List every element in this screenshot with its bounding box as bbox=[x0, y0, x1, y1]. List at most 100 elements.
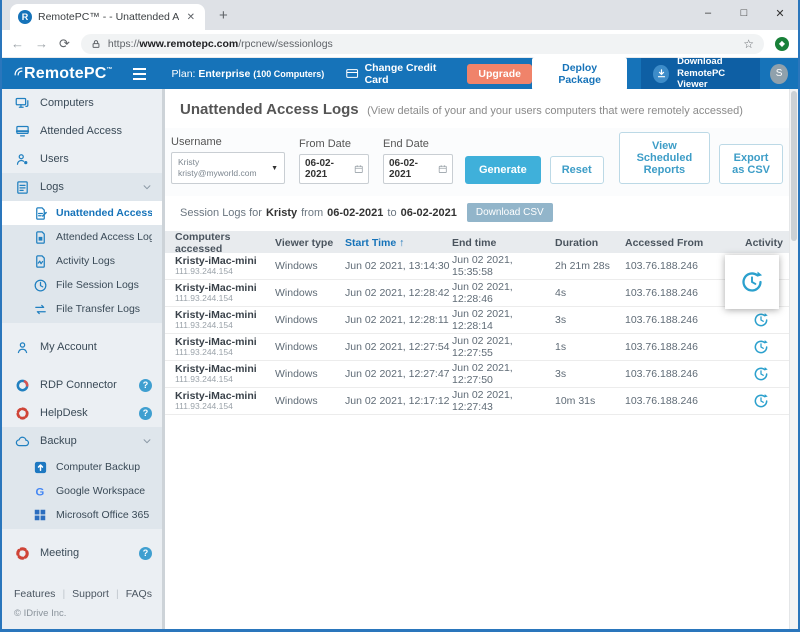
sidebar-item-label: Attended Access Logs bbox=[56, 231, 152, 243]
username-dropdown[interactable]: Kristykristy@myworld.com ▼ bbox=[171, 152, 285, 184]
bookmark-star-icon[interactable]: ☆ bbox=[743, 37, 754, 51]
sidebar-item-attended-access-logs[interactable]: Attended Access Logs bbox=[2, 225, 162, 249]
activity-cell bbox=[745, 393, 779, 409]
extension-icon[interactable]: ◆ bbox=[775, 37, 789, 51]
user-avatar[interactable]: S bbox=[770, 64, 788, 84]
column-header-end-time[interactable]: End time bbox=[452, 237, 555, 249]
sidebar-item-backup[interactable]: Backup bbox=[2, 427, 162, 455]
page-subtitle: (View details of your and your users com… bbox=[367, 105, 743, 117]
viewer-type-cell: Windows bbox=[275, 287, 345, 299]
from-date-input[interactable]: 06-02-2021 bbox=[299, 154, 369, 184]
deploy-package-button[interactable]: Deploy Package bbox=[532, 57, 627, 91]
download-csv-button[interactable]: Download CSV bbox=[467, 203, 553, 222]
computer-ip: 111.93.244.154 bbox=[175, 267, 275, 277]
column-header-viewer-type[interactable]: Viewer type bbox=[275, 237, 345, 249]
maximize-icon[interactable]: □ bbox=[726, 0, 762, 26]
sidebar-item-helpdesk[interactable]: HelpDesk? bbox=[2, 399, 162, 427]
session-activity-icon[interactable] bbox=[740, 270, 764, 294]
computer-backup-icon bbox=[32, 459, 48, 475]
activity-cell bbox=[745, 312, 779, 328]
column-header-activity[interactable]: Activity bbox=[745, 237, 789, 249]
change-credit-card-link[interactable]: Change Credit Card bbox=[346, 62, 451, 86]
scrollbar-thumb[interactable] bbox=[791, 91, 797, 241]
remotepc-favicon-icon: R bbox=[18, 10, 32, 24]
computers-accessed-cell: Kristy-iMac-mini111.93.244.154 bbox=[175, 255, 275, 277]
browser-tab[interactable]: R RemotePC™ - - Unattended Acce ✕ bbox=[10, 4, 205, 30]
column-header-duration[interactable]: Duration bbox=[555, 237, 625, 249]
session-activity-icon[interactable] bbox=[753, 393, 769, 409]
footer-link-support[interactable]: Support bbox=[72, 588, 109, 600]
column-header-start-time[interactable]: Start Time ↑ bbox=[345, 237, 452, 249]
session-activity-icon[interactable] bbox=[753, 312, 769, 328]
generate-button[interactable]: Generate bbox=[465, 156, 541, 184]
address-bar[interactable]: https://www.remotepc.com/rpcnew/sessionl… bbox=[81, 34, 764, 54]
sidebar-item-meeting[interactable]: Meeting? bbox=[2, 539, 162, 567]
footer-link-faqs[interactable]: FAQs bbox=[126, 588, 152, 600]
sidebar-item-label: Microsoft Office 365 bbox=[56, 509, 149, 521]
sidebar-item-computers[interactable]: Computers bbox=[2, 89, 162, 117]
upgrade-button[interactable]: Upgrade bbox=[467, 64, 532, 84]
scrollbar[interactable] bbox=[789, 89, 798, 629]
column-header-accessed-from[interactable]: Accessed From bbox=[625, 237, 745, 249]
sidebar-item-my-account[interactable]: My Account bbox=[2, 333, 162, 361]
duration-cell: 3s bbox=[555, 368, 625, 380]
computer-ip: 111.93.244.154 bbox=[175, 321, 275, 331]
sidebar-section-logs: LogsUnattended Access Logs Attended Acces… bbox=[2, 173, 162, 323]
export-csv-button[interactable]: Export as CSV bbox=[719, 144, 783, 184]
sidebar-item-microsoft-office-365[interactable]: Microsoft Office 365 bbox=[2, 503, 162, 527]
sidebar-item-rdp-connector[interactable]: RDP Connector? bbox=[2, 371, 162, 399]
help-icon[interactable]: ? bbox=[139, 379, 152, 392]
sidebar-item-label: RDP Connector bbox=[40, 379, 117, 391]
sort-asc-icon[interactable]: ↑ bbox=[396, 237, 404, 249]
helpdesk-icon bbox=[14, 405, 30, 421]
session-activity-icon[interactable] bbox=[753, 366, 769, 382]
computers-icon bbox=[14, 95, 30, 111]
download-viewer-label: DownloadRemotePC Viewer bbox=[677, 56, 748, 90]
sidebar-item-file-transfer-logs[interactable]: File Transfer Logs bbox=[2, 297, 162, 321]
close-icon[interactable]: ✕ bbox=[762, 0, 798, 26]
doc-activity-icon bbox=[32, 253, 48, 269]
sidebar-footer: Features|Support|FAQs © IDrive Inc. bbox=[2, 580, 162, 629]
lock-icon bbox=[91, 39, 101, 49]
back-icon[interactable]: ← bbox=[11, 36, 24, 51]
session-activity-icon[interactable] bbox=[753, 339, 769, 355]
accessed-from-cell: 103.76.188.246 bbox=[625, 368, 745, 380]
help-icon[interactable]: ? bbox=[139, 407, 152, 420]
activity-callout[interactable] bbox=[725, 255, 779, 309]
menu-hamburger-icon[interactable] bbox=[133, 68, 146, 80]
doc-cal-icon bbox=[32, 229, 48, 245]
view-scheduled-reports-button[interactable]: View Scheduled Reports bbox=[619, 132, 710, 184]
table-row: Kristy-iMac-mini111.93.244.154WindowsJun… bbox=[165, 361, 789, 388]
sidebar-item-file-session-logs[interactable]: File Session Logs bbox=[2, 273, 162, 297]
browser-window: R RemotePC™ - - Unattended Acce ✕ + – □ … bbox=[0, 0, 800, 632]
footer-link-features[interactable]: Features bbox=[14, 588, 55, 600]
from-date-field: From Date 06-02-2021 bbox=[299, 138, 369, 184]
sidebar: ComputersAttended AccessUsersLogsUnatten… bbox=[2, 89, 165, 629]
chevron-down-icon bbox=[142, 182, 152, 192]
end-date-input[interactable]: 06-02-2021 bbox=[383, 154, 453, 184]
forward-icon[interactable]: → bbox=[35, 36, 48, 51]
sidebar-item-logs[interactable]: Logs bbox=[2, 173, 162, 201]
sidebar-item-attended-access[interactable]: Attended Access bbox=[2, 117, 162, 145]
sidebar-item-users[interactable]: Users bbox=[2, 145, 162, 173]
table-row: Kristy-iMac-mini111.93.244.154WindowsJun… bbox=[165, 307, 789, 334]
tab-title: RemotePC™ - - Unattended Acce bbox=[38, 11, 179, 23]
new-tab-button[interactable]: + bbox=[219, 7, 228, 24]
column-header-computers-accessed[interactable]: Computers accessed bbox=[175, 231, 275, 255]
sidebar-item-activity-logs[interactable]: Activity Logs bbox=[2, 249, 162, 273]
tab-close-icon[interactable]: ✕ bbox=[185, 12, 197, 23]
viewer-type-cell: Windows bbox=[275, 314, 345, 326]
end-time-cell: Jun 02 2021, 12:27:55 bbox=[452, 335, 555, 359]
help-icon[interactable]: ? bbox=[139, 547, 152, 560]
sidebar-item-label: Backup bbox=[40, 435, 77, 447]
username-value: Kristykristy@myworld.com bbox=[178, 157, 257, 179]
reset-button[interactable]: Reset bbox=[550, 156, 604, 184]
sidebar-item-unattended-access-logs[interactable]: Unattended Access Logs bbox=[2, 201, 162, 225]
sidebar-item-computer-backup[interactable]: Computer Backup bbox=[2, 455, 162, 479]
sidebar-item-google-workspace[interactable]: GGoogle Workspace bbox=[2, 479, 162, 503]
remotepc-logo[interactable]: RemotePC ™ bbox=[14, 66, 113, 82]
reload-icon[interactable]: ⟳ bbox=[59, 36, 70, 52]
download-viewer-button[interactable]: DownloadRemotePC Viewer bbox=[641, 58, 760, 89]
minimize-icon[interactable]: – bbox=[690, 0, 726, 26]
computers-accessed-cell: Kristy-iMac-mini111.93.244.154 bbox=[175, 390, 275, 412]
